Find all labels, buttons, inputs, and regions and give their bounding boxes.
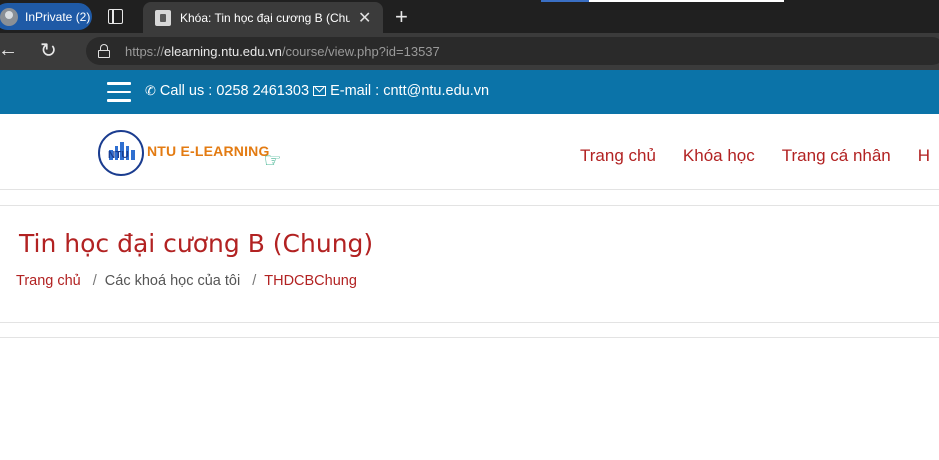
tab-strip-accent xyxy=(541,0,589,2)
url-host: elearning.ntu.edu.vn xyxy=(164,43,282,59)
tab-strip-highlight xyxy=(589,0,784,2)
mail-icon xyxy=(313,86,327,96)
breadcrumb-home[interactable]: Trang chủ xyxy=(16,273,81,289)
lock-icon[interactable] xyxy=(97,44,111,58)
url-protocol: https:// xyxy=(125,43,165,59)
logo-text: NTU E-LEARNING xyxy=(147,143,270,159)
site-favicon-icon xyxy=(155,9,171,26)
back-arrow-icon[interactable]: ← xyxy=(0,39,18,62)
profile-avatar-icon xyxy=(0,7,18,26)
nav-item-more[interactable]: H xyxy=(918,146,930,166)
browser-address-bar: ← ↻ https:// elearning.ntu.edu.vn /cours… xyxy=(0,33,939,70)
page-header: Tin học đại cương B (Chung) Trang chủ / … xyxy=(0,205,939,323)
tab-title: Khóa: Tin học đại cương B (Chung) xyxy=(180,10,350,25)
tab-active[interactable]: Khóa: Tin học đại cương B (Chung) ✕ xyxy=(143,2,383,33)
inprivate-label: InPrivate (2) xyxy=(25,9,91,24)
university-seal-icon: NTU xyxy=(98,130,144,176)
nav-item-courses[interactable]: Khóa học xyxy=(683,146,755,166)
site-header: NTU NTU E-LEARNING ☞ Trang chủ Khóa học … xyxy=(0,114,939,190)
pointer-hand-icon: ☞ xyxy=(263,149,282,172)
main-nav: Trang chủ Khóa học Trang cá nhân H xyxy=(580,146,939,166)
phone-icon: ✆ xyxy=(145,83,156,98)
menu-hamburger-icon[interactable] xyxy=(107,82,131,102)
logo-badge-text: NTU xyxy=(108,150,129,161)
reload-icon[interactable]: ↻ xyxy=(40,38,57,63)
inprivate-badge[interactable]: InPrivate (2) xyxy=(0,3,92,30)
email-text: E-mail : cntt@ntu.edu.vn xyxy=(330,83,490,99)
site-logo[interactable]: NTU NTU E-LEARNING ☞ xyxy=(98,130,282,176)
contact-info: ✆ Call us : 0258 2461303 E-mail : cntt@n… xyxy=(145,83,489,99)
new-tab-icon[interactable]: + xyxy=(395,4,408,30)
breadcrumb: Trang chủ / Các khoá học của tôi / THDCB… xyxy=(16,273,357,289)
tab-actions-icon[interactable] xyxy=(108,9,123,24)
site-contact-bar: ✆ Call us : 0258 2461303 E-mail : cntt@n… xyxy=(0,70,939,114)
breadcrumb-separator: / xyxy=(252,273,257,289)
page-title: Tin học đại cương B (Chung) xyxy=(19,229,374,258)
browser-tab-bar: InPrivate (2) Khóa: Tin học đại cương B … xyxy=(0,0,939,33)
breadcrumb-separator: / xyxy=(92,273,97,289)
url-path: /course/view.php?id=13537 xyxy=(281,43,440,59)
content-divider xyxy=(0,337,939,338)
close-tab-icon[interactable]: ✕ xyxy=(358,8,371,28)
phone-text: Call us : 0258 2461303 xyxy=(159,83,310,99)
nav-item-profile[interactable]: Trang cá nhân xyxy=(782,146,891,166)
url-field[interactable]: https:// elearning.ntu.edu.vn /course/vi… xyxy=(86,37,939,65)
nav-item-home[interactable]: Trang chủ xyxy=(580,146,656,166)
breadcrumb-course[interactable]: THDCBChung xyxy=(264,273,357,289)
breadcrumb-my-courses: Các khoá học của tôi xyxy=(104,273,241,289)
